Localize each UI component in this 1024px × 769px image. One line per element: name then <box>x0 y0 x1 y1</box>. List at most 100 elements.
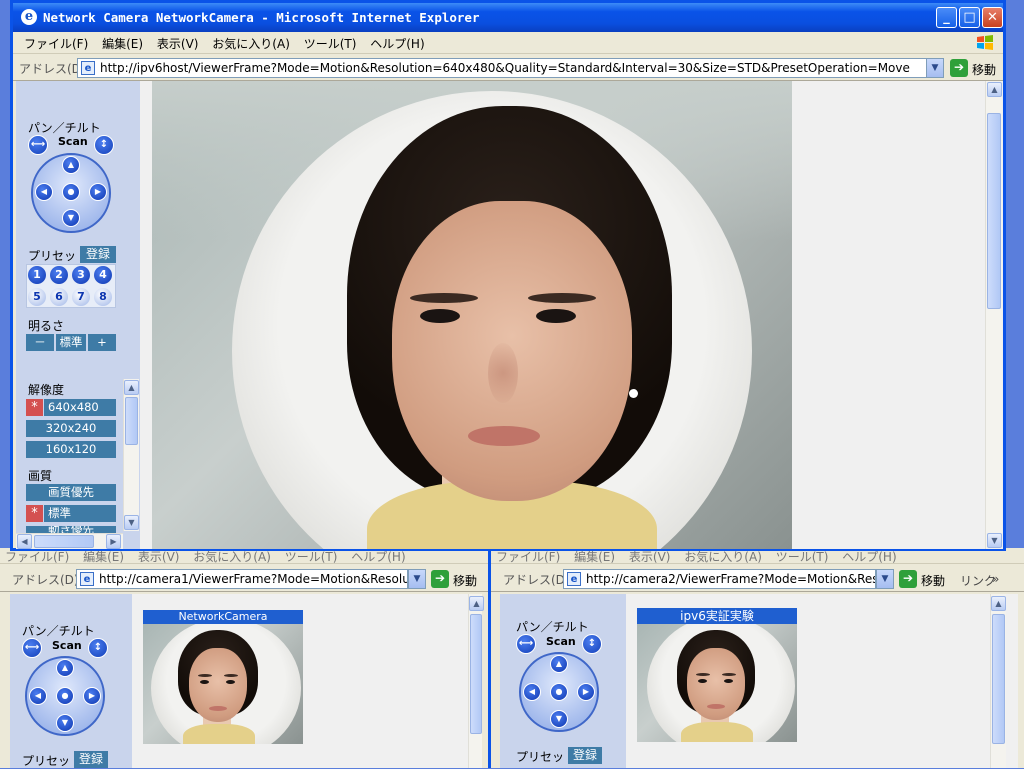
camera1-register-button[interactable]: 登録 <box>74 751 108 768</box>
sidebar-scroll-thumb[interactable] <box>125 397 138 445</box>
sidebar-scroll-down-button[interactable]: ▼ <box>124 515 139 530</box>
preset-button-3[interactable]: 3 <box>72 266 90 284</box>
camera2-url-text: http://camera2/ViewerFrame?Mode=Motion&R… <box>586 572 875 586</box>
preset-button-7[interactable]: 7 <box>72 288 90 306</box>
camera1-url-input[interactable]: e http://camera1/ViewerFrame?Mode=Motion… <box>76 569 408 589</box>
preset-register-button[interactable]: 登録 <box>80 246 116 263</box>
camera1-scroll-up-button[interactable]: ▲ <box>469 596 484 611</box>
menu-help[interactable]: ヘルプ(H) <box>365 32 429 55</box>
sidebar-horizontal-scrollbar[interactable]: ◀ ▶ <box>16 533 123 549</box>
menu-file[interactable]: ファイル(F) <box>19 32 93 55</box>
tilt-up-button[interactable]: ▲ <box>62 156 80 174</box>
main-scroll-down-button[interactable]: ▼ <box>987 533 1002 548</box>
main-go-icon[interactable]: ➔ <box>950 59 968 77</box>
main-url-input[interactable]: e http://ipv6host/ViewerFrame?Mode=Motio… <box>77 58 935 78</box>
main-address-bar: アドレス(D) e http://ipv6host/ViewerFrame?Mo… <box>13 55 1003 81</box>
camera2-go-button[interactable]: 移動 <box>921 572 945 589</box>
camera2-address-label: アドレス(D) <box>503 573 570 587</box>
main-browser-window: e Network Camera NetworkCamera - Microso… <box>10 0 1006 551</box>
camera2-tilt-down-button[interactable]: ▼ <box>550 710 568 728</box>
menu-tools[interactable]: ツール(T) <box>299 32 362 55</box>
minimize-button[interactable]: _ <box>936 7 957 28</box>
camera1-scroll-thumb[interactable] <box>470 614 482 734</box>
menu-favorites[interactable]: お気に入り(A) <box>207 32 295 55</box>
camera2-url-input[interactable]: e http://camera2/ViewerFrame?Mode=Motion… <box>563 569 876 589</box>
quality-selected-marker: * <box>26 505 43 522</box>
page-icon: e <box>80 572 94 586</box>
quality-image-priority-button[interactable]: 画質優先 <box>26 484 116 501</box>
camera2-links-button[interactable]: リンク <box>960 572 996 589</box>
camera2-tilt-up-button[interactable]: ▲ <box>550 655 568 673</box>
ie-logo-icon: e <box>21 9 37 25</box>
camera1-vertical-scrollbar[interactable]: ▲ <box>468 594 484 768</box>
main-camera-video <box>152 81 792 549</box>
preset-button-2[interactable]: 2 <box>50 266 68 284</box>
preset-button-4[interactable]: 4 <box>94 266 112 284</box>
sidebar-scroll-up-button[interactable]: ▲ <box>124 380 139 395</box>
quality-motion-priority-button[interactable]: 動き優先 <box>26 526 116 533</box>
resolution-160x120-button[interactable]: 160x120 <box>26 441 116 458</box>
menu-view[interactable]: 表示(V) <box>152 32 204 55</box>
camera2-register-button[interactable]: 登録 <box>568 747 602 764</box>
sidebar-scroll-hthumb[interactable] <box>34 535 94 548</box>
camera1-pan-right-button[interactable]: ▶ <box>83 687 101 705</box>
camera1-address-bar: アドレス(D) e http://camera1/ViewerFrame?Mod… <box>0 566 489 592</box>
resolution-640x480-button[interactable]: 640x480 <box>44 399 116 416</box>
maximize-button[interactable]: □ <box>959 7 980 28</box>
main-vertical-scrollbar[interactable]: ▲ ▼ <box>985 81 1002 549</box>
camera2-scroll-thumb[interactable] <box>992 614 1005 744</box>
sidebar-vertical-scrollbar[interactable]: ▲ ▼ <box>123 379 139 531</box>
camera1-vertical-scan-icon[interactable]: ↕ <box>88 638 108 658</box>
camera2-address-bar: アドレス(D) e http://camera2/ViewerFrame?Mod… <box>491 566 1024 592</box>
camera2-window: ファイル(F) 編集(E) 表示(V) お気に入り(A) ツール(T) ヘルプ(… <box>488 548 1024 768</box>
preset-button-6[interactable]: 6 <box>50 288 68 306</box>
camera2-links-chevron-icon[interactable]: » <box>992 572 999 586</box>
close-button[interactable]: ✕ <box>982 7 1003 28</box>
brightness-standard-button[interactable]: 標準 <box>56 334 86 351</box>
camera2-horizontal-scan-icon[interactable]: ⟷ <box>516 634 536 654</box>
camera1-pan-left-button[interactable]: ◀ <box>29 687 47 705</box>
camera2-url-dropdown-button[interactable]: ▼ <box>876 569 894 589</box>
camera1-address-label: アドレス(D) <box>12 573 79 587</box>
preset-button-8[interactable]: 8 <box>94 288 112 306</box>
menu-edit[interactable]: 編集(E) <box>97 32 148 55</box>
vertical-scan-icon[interactable]: ↕ <box>94 135 114 155</box>
sidebar-scroll-right-button[interactable]: ▶ <box>106 534 121 549</box>
camera1-home-button[interactable]: ● <box>56 687 74 705</box>
camera2-pan-left-button[interactable]: ◀ <box>523 683 541 701</box>
pan-left-button[interactable]: ◀ <box>35 183 53 201</box>
brightness-minus-button[interactable]: － <box>26 334 54 351</box>
camera2-scroll-up-button[interactable]: ▲ <box>991 596 1006 611</box>
sidebar-scroll-left-button[interactable]: ◀ <box>17 534 32 549</box>
page-icon: e <box>81 61 95 75</box>
main-title-bar[interactable]: e Network Camera NetworkCamera - Microso… <box>13 3 1003 32</box>
tilt-down-button[interactable]: ▼ <box>62 209 80 227</box>
camera1-window: ファイル(F) 編集(E) 表示(V) お気に入り(A) ツール(T) ヘルプ(… <box>0 548 490 768</box>
main-scroll-thumb[interactable] <box>987 113 1001 309</box>
resolution-320x240-button[interactable]: 320x240 <box>26 420 116 437</box>
quality-standard-button[interactable]: 標準 <box>44 505 116 522</box>
camera1-url-dropdown-button[interactable]: ▼ <box>408 569 426 589</box>
resolution-selected-marker: * <box>26 399 43 416</box>
camera1-content: パン／チルト ⟷ Scan ↕ ▲ ◀ ● ▶ ▼ プリセット 登録 Netwo… <box>10 594 484 768</box>
preset-button-5[interactable]: 5 <box>28 288 46 306</box>
home-button[interactable]: ● <box>62 183 80 201</box>
camera2-home-button[interactable]: ● <box>550 683 568 701</box>
camera2-go-icon[interactable]: ➔ <box>899 570 917 588</box>
pan-right-button[interactable]: ▶ <box>89 183 107 201</box>
horizontal-scan-icon[interactable]: ⟷ <box>28 135 48 155</box>
camera2-vertical-scan-icon[interactable]: ↕ <box>582 634 602 654</box>
camera1-go-button[interactable]: 移動 <box>453 572 477 589</box>
brightness-plus-button[interactable]: + <box>88 334 116 351</box>
camera2-vertical-scrollbar[interactable]: ▲ <box>990 594 1006 768</box>
camera1-go-icon[interactable]: ➔ <box>431 570 449 588</box>
camera1-horizontal-scan-icon[interactable]: ⟷ <box>22 638 42 658</box>
main-url-dropdown-button[interactable]: ▼ <box>926 58 944 78</box>
camera2-pan-right-button[interactable]: ▶ <box>577 683 595 701</box>
main-scroll-up-button[interactable]: ▲ <box>987 82 1002 97</box>
camera1-tilt-down-button[interactable]: ▼ <box>56 714 74 732</box>
camera2-video <box>637 624 797 742</box>
preset-button-1[interactable]: 1 <box>28 266 46 284</box>
camera1-tilt-up-button[interactable]: ▲ <box>56 659 74 677</box>
main-go-button[interactable]: 移動 <box>972 61 996 78</box>
